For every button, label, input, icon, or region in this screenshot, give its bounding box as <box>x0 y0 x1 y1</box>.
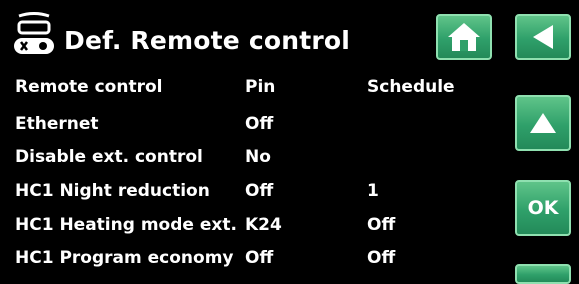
column-header-schedule: Schedule <box>367 77 455 97</box>
setting-schedule-value: 1 <box>367 181 379 201</box>
setting-label: HC1 Heating mode ext. <box>15 215 237 235</box>
setting-label: Ethernet <box>15 114 99 134</box>
scroll-up-button[interactable] <box>515 95 571 151</box>
page-title: Def. Remote control <box>64 26 351 55</box>
setting-pin-value: No <box>245 147 271 167</box>
table-header-row: Remote control Pin Schedule <box>15 77 485 99</box>
back-button[interactable] <box>515 14 571 60</box>
up-arrow-icon <box>530 113 556 133</box>
setting-pin-value: Off <box>245 248 274 268</box>
column-header-pin: Pin <box>245 77 276 97</box>
table-row[interactable]: HC1 Night reduction Off 1 <box>15 181 485 203</box>
home-icon <box>448 23 480 51</box>
setting-label: HC1 Program economy <box>15 248 234 268</box>
home-button[interactable] <box>436 14 492 60</box>
back-arrow-icon <box>533 25 553 49</box>
remote-control-icon <box>14 12 54 54</box>
setting-label: HC1 Night reduction <box>15 181 210 201</box>
table-row[interactable]: HC1 Program economy Off Off <box>15 248 485 270</box>
setting-pin-value: Off <box>245 114 274 134</box>
table-row[interactable]: HC1 Heating mode ext. K24 Off <box>15 215 485 237</box>
screen: Def. Remote control OK Remote control Pi… <box>0 0 579 284</box>
table-row[interactable]: Disable ext. control No <box>15 147 485 169</box>
column-header-name: Remote control <box>15 77 163 97</box>
setting-schedule-value: Off <box>367 248 396 268</box>
scroll-down-button[interactable] <box>515 264 571 284</box>
setting-pin-value: Off <box>245 181 274 201</box>
table-row[interactable]: Ethernet Off <box>15 114 485 136</box>
setting-pin-value: K24 <box>245 215 282 235</box>
ok-button[interactable]: OK <box>515 180 571 236</box>
setting-label: Disable ext. control <box>15 147 203 167</box>
setting-schedule-value: Off <box>367 215 396 235</box>
ok-label: OK <box>527 197 559 219</box>
